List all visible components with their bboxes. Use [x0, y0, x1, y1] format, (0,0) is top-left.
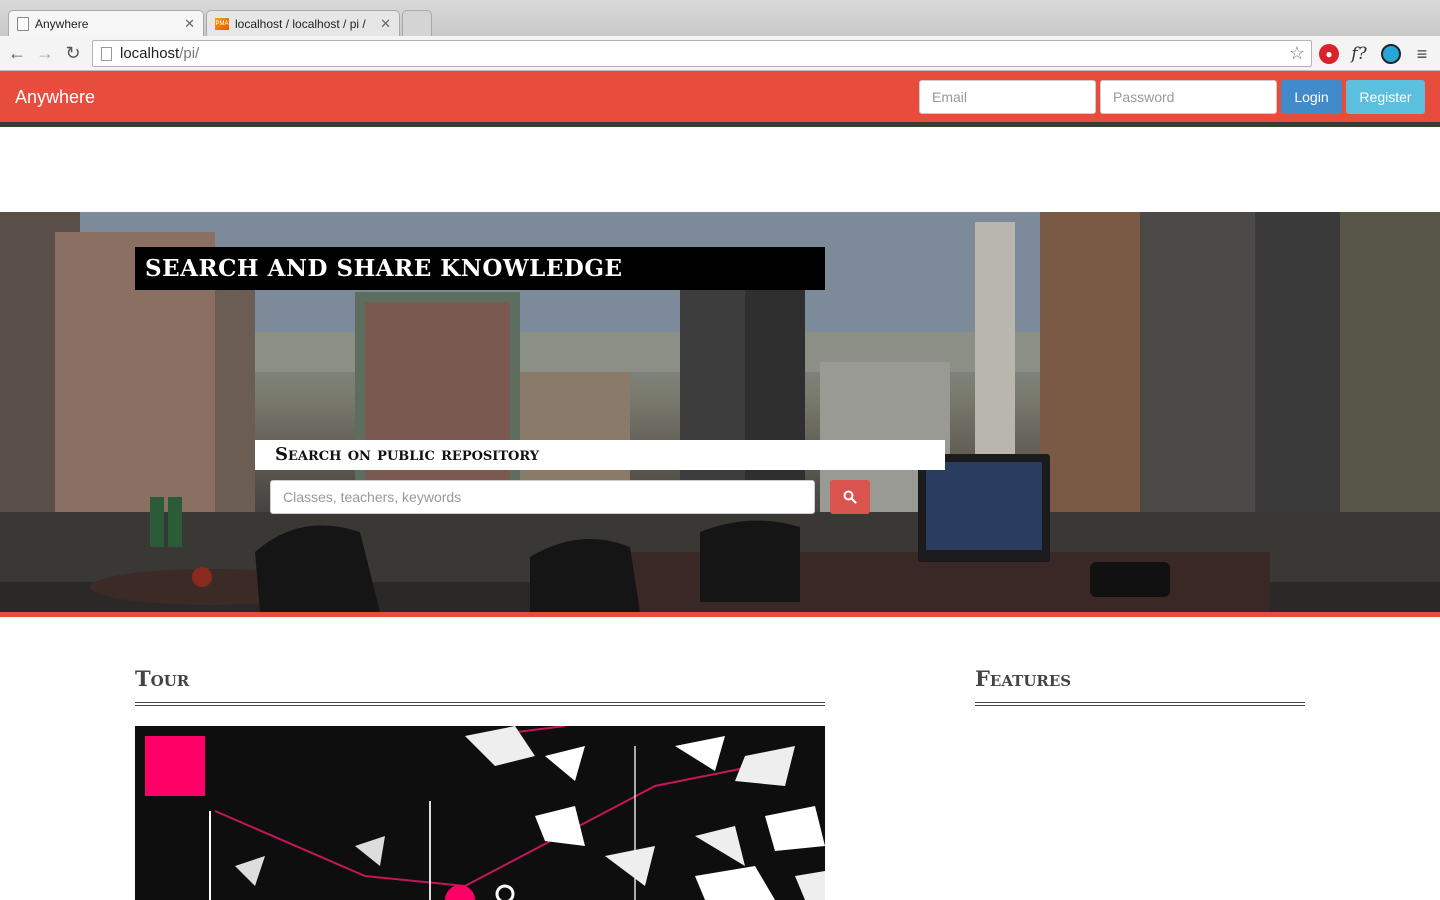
menu-icon[interactable]: ≡ — [1412, 44, 1432, 64]
phpmyadmin-icon: PMA — [215, 17, 229, 30]
browser-toolbar: ← → ↻ localhost/pi/ ☆ ● f? ≡ — [0, 36, 1440, 71]
search-label: Search on public repository — [275, 444, 540, 465]
browser-tab-strip: Anywhere ✕ PMA localhost / localhost / p… — [0, 0, 1440, 36]
bookmark-star-icon[interactable]: ☆ — [1289, 43, 1305, 64]
hero-title-box: SEARCH AND SHARE KNOWLEDGE — [135, 247, 825, 290]
forward-icon[interactable]: → — [34, 42, 56, 64]
font-extension-icon[interactable]: f? — [1349, 44, 1369, 64]
close-tab-icon[interactable]: ✕ — [184, 16, 195, 32]
back-icon[interactable]: ← — [6, 42, 28, 64]
browser-tab-phpmyadmin[interactable]: PMA localhost / localhost / pi / ✕ — [206, 10, 400, 36]
repository-search-input[interactable] — [270, 480, 815, 514]
address-bar[interactable]: localhost/pi/ ☆ — [92, 40, 1312, 67]
register-button[interactable]: Register — [1346, 80, 1425, 114]
app-navbar: Anywhere Login Register — [0, 71, 1440, 127]
document-icon — [17, 16, 29, 31]
adblock-extension-icon[interactable]: ● — [1319, 44, 1339, 64]
hero-banner: SEARCH AND SHARE KNOWLEDGE Search on pub… — [0, 212, 1440, 612]
login-button[interactable]: Login — [1281, 80, 1342, 114]
search-label-box: Search on public repository — [255, 440, 945, 470]
tab-title: Anywhere — [35, 16, 89, 31]
new-tab-button[interactable] — [402, 10, 432, 36]
features-heading: Features — [975, 666, 1072, 691]
tour-divider — [135, 702, 825, 706]
tour-heading: Tour — [135, 666, 190, 691]
url-path: /pi/ — [179, 45, 200, 62]
hero-title: SEARCH AND SHARE KNOWLEDGE — [145, 255, 623, 282]
features-divider — [975, 702, 1305, 706]
reload-icon[interactable]: ↻ — [62, 42, 84, 64]
colorpicker-extension-icon[interactable] — [1381, 44, 1401, 64]
browser-tab-anywhere[interactable]: Anywhere ✕ — [8, 10, 204, 36]
abstract-geometric-artwork — [209, 726, 825, 900]
tab-title: localhost / localhost / pi / — [235, 16, 366, 31]
hero-bottom-border — [0, 612, 1440, 617]
tour-video-thumbnail[interactable] — [135, 726, 825, 900]
email-field[interactable] — [919, 80, 1096, 114]
search-button[interactable] — [830, 480, 870, 514]
page-icon — [101, 46, 112, 61]
search-icon — [843, 490, 857, 504]
close-tab-icon[interactable]: ✕ — [380, 16, 391, 32]
brand-logo[interactable]: Anywhere — [15, 87, 95, 108]
url-host: localhost — [120, 45, 180, 62]
password-field[interactable] — [1100, 80, 1277, 114]
